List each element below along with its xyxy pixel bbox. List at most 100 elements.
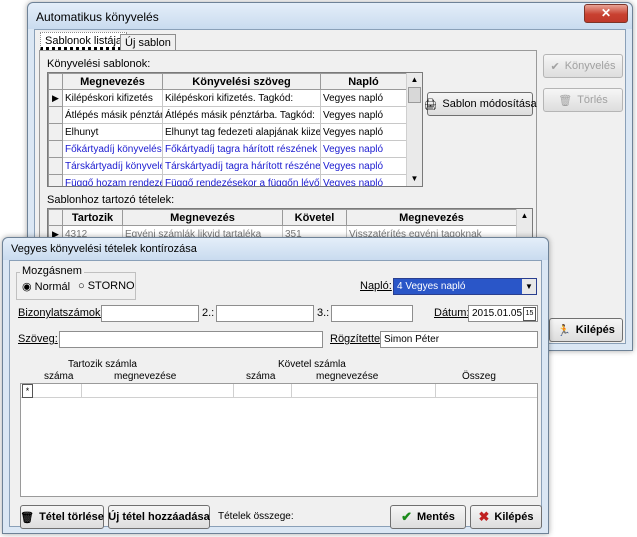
bizonylat-3-input[interactable] <box>331 305 413 322</box>
new-row-marker: * <box>22 384 33 398</box>
kovetel-szamla-header: Követel számla <box>278 359 346 370</box>
radio-normal-label: Normál <box>34 281 71 293</box>
torles-button[interactable]: 🗑 Törlés <box>543 88 623 112</box>
close-x-icon: ✖ <box>478 509 490 524</box>
template-row[interactable]: Elhunyt Elhunyt tag fedezeti alapjának ki… <box>48 123 407 141</box>
template-cell-name[interactable]: Főkártyadíj könyvelése <box>62 140 163 158</box>
sablon-modositasa-label: Sablon módosítása <box>442 98 537 110</box>
scroll-thumb[interactable] <box>408 87 421 103</box>
radio-storno[interactable]: ○ STORNO <box>78 280 135 292</box>
templates-label: Könyvelési sablonok: <box>47 58 151 70</box>
template-cell-text[interactable]: Átlépés másik pénztárba. Tagkód: <box>162 106 321 124</box>
calendar-icon[interactable]: 15 <box>523 307 536 321</box>
entries-cell-divider <box>291 384 292 397</box>
datum-input[interactable]: 2015.01.05 15 <box>468 305 538 322</box>
kontirozas-dialog: Vegyes könyvelési tételek kontírozása Mo… <box>2 237 549 534</box>
radio-empty-icon: ○ <box>78 280 85 292</box>
bizonylat-2-input[interactable] <box>216 305 314 322</box>
checkmark-icon: ✔ <box>550 60 560 73</box>
template-cell-text[interactable]: Főkártyadíj tagra hárított részének köny… <box>162 140 321 158</box>
tab-uj-sablon[interactable]: Új sablon <box>120 34 176 50</box>
konyveles-button[interactable]: ✔ Könyvelés <box>543 54 623 78</box>
tetel-torlese-button[interactable]: 🗑 Tétel törlése <box>20 505 104 529</box>
tartozik-szamla-header: Tartozik számla <box>68 359 137 370</box>
items-header-kovetel[interactable]: Követel <box>282 209 347 226</box>
template-cell-text[interactable]: Függő rendezésekor a függőn lévő hozam <box>162 174 321 186</box>
template-row[interactable]: Függő hozam rendezéseFüggő rendezésekor … <box>48 174 407 186</box>
trash-icon: 🗑 <box>558 94 573 107</box>
tab-sablonok-listaja[interactable]: Sablonok listája <box>40 32 128 50</box>
template-cell-journal[interactable]: Vegyes napló <box>320 140 407 158</box>
naplo-label: Napló: <box>360 280 392 292</box>
entries-cell-divider <box>435 384 436 397</box>
main-titlebar: Automatikus könyvelés ✕ <box>28 3 632 29</box>
col-szama-1: száma <box>44 371 74 382</box>
templates-header-konyvelesi-szoveg[interactable]: Könyvelési szöveg <box>162 73 321 90</box>
szoveg-input[interactable] <box>59 331 323 348</box>
templates-header-megnevezes[interactable]: Megnevezés <box>62 73 163 90</box>
uj-tetel-label: Új tétel hozzáadása <box>108 511 210 523</box>
template-row[interactable]: Átlépés másik pénztárbaÁtlépés másik pén… <box>48 106 407 124</box>
col-megnevezese-2: megnevezése <box>316 371 379 382</box>
template-cell-name[interactable]: Kilépéskori kifizetés <box>62 89 163 107</box>
torles-label: Törlés <box>577 94 608 106</box>
items-scroll-up-arrow-icon[interactable]: ▲ <box>517 209 532 223</box>
scroll-up-arrow-icon[interactable]: ▲ <box>407 73 422 87</box>
template-row[interactable]: Társkártyadíj könyveléseTárskártyadíj ta… <box>48 157 407 175</box>
entries-cell-divider <box>233 384 234 397</box>
chevron-down-icon[interactable]: ▼ <box>522 279 536 294</box>
template-cell-journal[interactable]: Vegyes napló <box>320 157 407 175</box>
template-row[interactable]: Főkártyadíj könyvelése Főkártyadíj tagra … <box>48 140 407 158</box>
template-cell-journal[interactable]: Vegyes napló <box>320 123 407 141</box>
current-row-arrow-icon[interactable]: ▶ <box>48 89 63 107</box>
naplo-select[interactable]: 4 Vegyes napló ▼ <box>393 278 537 295</box>
bizonylat-3-label: 3.: <box>317 307 330 319</box>
dialog-title: Vegyes könyvelési tételek kontírozása <box>11 243 197 255</box>
template-cell-name[interactable]: Átlépés másik pénztárba <box>62 106 163 124</box>
template-cell-name[interactable]: Függő hozam rendezése <box>62 174 163 186</box>
templates-scrollbar[interactable]: ▲ ▼ <box>406 73 422 186</box>
items-label: Sablonhoz tartozó tételek: <box>47 194 175 206</box>
naplo-select-value: 4 Vegyes napló <box>397 281 466 292</box>
template-cell-journal[interactable]: Vegyes napló <box>320 174 407 186</box>
template-cell-text[interactable]: Elhunyt tag fedezeti alapjának kiizetése <box>162 123 321 141</box>
running-man-icon: 🏃 <box>557 324 571 337</box>
uj-tetel-button[interactable]: Új tétel hozzáadása <box>108 505 210 529</box>
row-indicator[interactable] <box>48 157 63 175</box>
template-cell-name[interactable]: Elhunyt <box>62 123 163 141</box>
dialog-kilepes-button[interactable]: ✖ Kilépés <box>470 505 542 529</box>
col-osszeg: Összeg <box>462 371 496 382</box>
template-cell-name[interactable]: Társkártyadíj könyvelése <box>62 157 163 175</box>
items-header-megnevezes-2[interactable]: Megnevezés <box>346 209 517 226</box>
entries-grid[interactable]: * <box>20 383 538 497</box>
template-row[interactable]: ▶ Kilépéskori kifizetés Kilépéskori kifize… <box>48 89 407 107</box>
konyveles-label: Könyvelés <box>564 60 616 72</box>
scroll-down-arrow-icon[interactable]: ▼ <box>407 172 422 186</box>
main-kilepes-button[interactable]: 🏃 Kilépés <box>549 318 623 342</box>
main-kilepes-label: Kilépés <box>575 324 615 336</box>
mozgasnem-label: Mozgásnem <box>20 265 84 277</box>
dialog-kilepes-label: Kilépés <box>494 511 534 523</box>
items-header-megnevezes-1[interactable]: Megnevezés <box>122 209 283 226</box>
radio-normal[interactable]: ◉ Normál <box>22 280 70 293</box>
templates-header-naplo[interactable]: Napló <box>320 73 407 90</box>
template-cell-text[interactable]: Társkártyadíj tagra hárított részének kö… <box>162 157 321 175</box>
main-close-button[interactable]: ✕ <box>584 4 628 23</box>
mentes-button[interactable]: ✔ Mentés <box>390 505 466 529</box>
entries-new-row[interactable]: * <box>21 384 537 398</box>
sablon-modositasa-button[interactable]: 🖨 Sablon módosítása <box>423 92 537 116</box>
items-header-tartozik[interactable]: Tartozik <box>62 209 123 226</box>
datum-value: 2015.01.05 <box>472 308 523 319</box>
row-indicator[interactable] <box>48 140 63 158</box>
template-cell-journal[interactable]: Vegyes napló <box>320 89 407 107</box>
templates-grid[interactable]: Megnevezés Könyvelési szöveg Napló ▶ Kilé… <box>47 72 423 187</box>
template-cell-journal[interactable]: Vegyes napló <box>320 106 407 124</box>
bizonylat-1-input[interactable] <box>101 305 199 322</box>
row-indicator[interactable] <box>48 106 63 124</box>
row-indicator[interactable] <box>48 123 63 141</box>
rogzitette-input: Simon Péter <box>380 331 538 348</box>
row-indicator[interactable] <box>48 174 63 186</box>
template-cell-text[interactable]: Kilépéskori kifizetés. Tagkód: <box>162 89 321 107</box>
trash-icon: 🗑 <box>20 511 35 524</box>
dialog-titlebar: Vegyes könyvelési tételek kontírozása <box>3 238 548 260</box>
